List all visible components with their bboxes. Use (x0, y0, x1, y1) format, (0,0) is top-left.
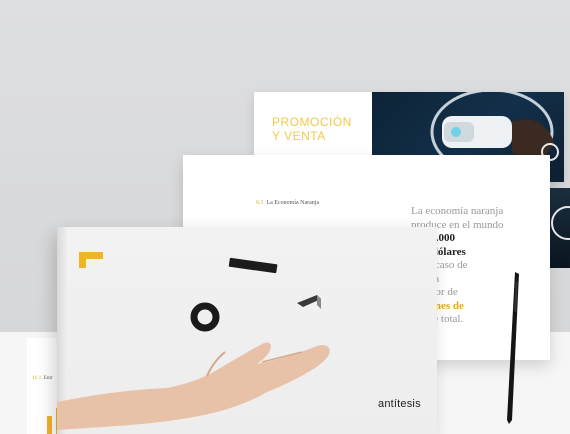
pen-icon (507, 272, 519, 424)
hand-illustration (57, 342, 330, 430)
brand-logo: antítesis (378, 398, 421, 410)
text-line: La economía naranja (411, 205, 504, 217)
logo-mark-icon (79, 252, 103, 268)
section-title: Entr (43, 375, 53, 381)
section-number: 6.1 (256, 200, 264, 206)
page-title: PROMOCIÓN Y VENTA (272, 115, 382, 143)
chart-heading: 11.1 Entr (32, 375, 53, 381)
section-number: 11.1 (32, 375, 42, 381)
section-title: La Economía Naranja (266, 200, 320, 206)
title-line-1: PROMOCIÓN (272, 115, 352, 129)
headset-edge-icon (551, 206, 570, 240)
floating-bar-icon (228, 257, 278, 274)
book-cover: antítesis (57, 227, 437, 434)
floating-angle-icon (297, 295, 321, 309)
chart-bar (47, 416, 52, 434)
title-line-2: Y VENTA (272, 129, 326, 143)
section-heading: 6.1 La Economía Naranja (256, 200, 319, 206)
vr-photo-edge (550, 188, 570, 268)
